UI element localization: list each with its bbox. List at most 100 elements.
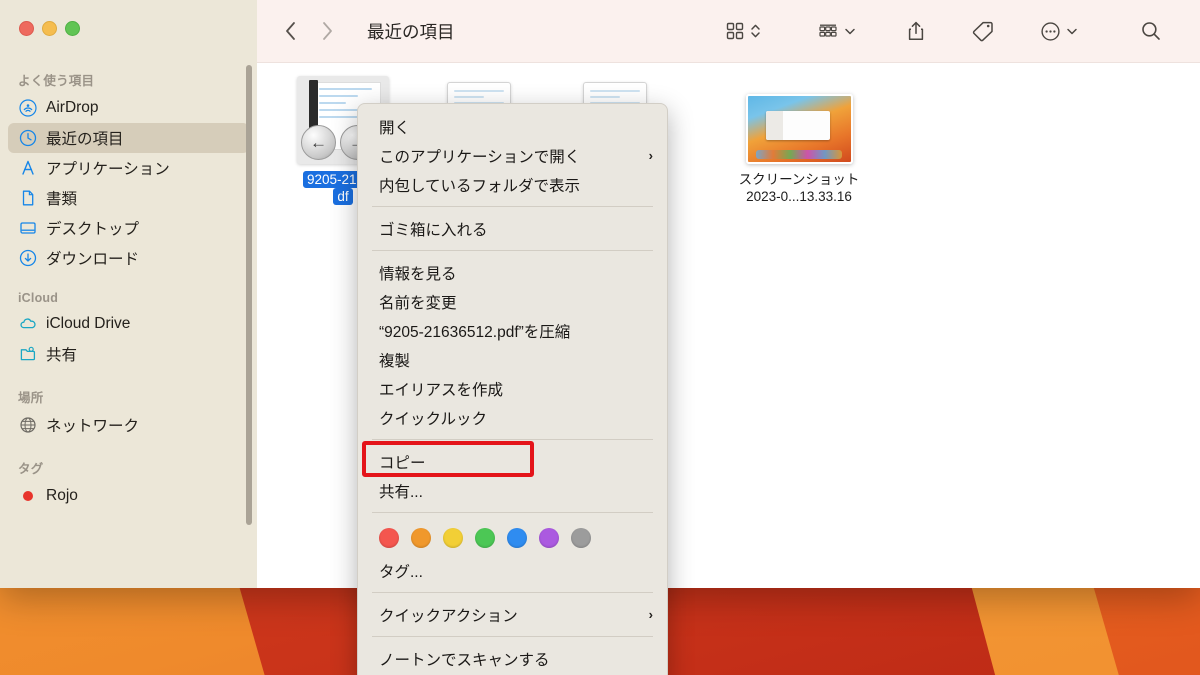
sidebar-item-documents[interactable]: 書類 [8, 183, 249, 213]
menu-item-label: エイリアスを作成 [379, 381, 504, 399]
preview-back-arrow-icon[interactable]: ← [301, 125, 336, 160]
sidebar-item-icloud-drive[interactable]: iCloud Drive [8, 309, 249, 339]
minimize-button[interactable] [42, 21, 57, 36]
tag-color-green[interactable] [475, 528, 495, 548]
menu-item-label: クイックルック [379, 410, 488, 428]
menu-item-label: 情報を見る [379, 265, 457, 283]
menu-item-scan-with-norton[interactable]: ノートンでスキャンする [358, 644, 667, 673]
menu-item-share[interactable]: 共有... [358, 476, 667, 505]
menu-item-label: コピー [379, 454, 426, 472]
chevron-right-icon: › [648, 607, 653, 622]
close-button[interactable] [19, 21, 34, 36]
sidebar-section-favorites: よく使う項目 AirDrop 最近の項目 アプリケーション 書類 デスクトップ … [0, 70, 257, 273]
sidebar-section-icloud: iCloud iCloud Drive 共有 [0, 291, 257, 369]
tag-icon [972, 20, 994, 42]
file-item-screenshot[interactable]: スクリーンショット 2023-0...13.33.16 [709, 72, 889, 205]
airdrop-icon [18, 99, 37, 118]
sidebar-item-recents[interactable]: 最近の項目 [8, 123, 249, 153]
toolbar-actions [711, 11, 1200, 51]
menu-item-duplicate[interactable]: 複製 [358, 345, 667, 374]
sidebar-item-shared[interactable]: 共有 [8, 339, 249, 369]
red-tag-dot-icon [18, 487, 37, 506]
tag-color-blue[interactable] [507, 528, 527, 548]
menu-item-label: ゴミ箱に入れる [379, 221, 488, 239]
context-menu: 開く このアプリケーションで開く › 内包しているフォルダで表示 ゴミ箱に入れる… [357, 103, 668, 675]
more-actions-button[interactable] [1026, 11, 1092, 51]
menu-item-tags[interactable]: タグ... [358, 556, 667, 585]
sidebar-scrollbar[interactable] [246, 65, 252, 525]
share-button[interactable] [892, 11, 940, 51]
menu-separator [372, 250, 653, 251]
cloud-icon [18, 315, 37, 334]
window-controls[interactable] [19, 21, 80, 36]
menu-item-rename[interactable]: 名前を変更 [358, 287, 667, 316]
menu-item-label: 共有... [379, 483, 423, 501]
file-name-line2: df [333, 188, 353, 205]
sidebar-section-header: タグ [18, 462, 44, 476]
menu-item-label: 名前を変更 [379, 294, 457, 312]
sidebar-item-network[interactable]: ネットワーク [8, 410, 249, 440]
menu-item-make-alias[interactable]: エイリアスを作成 [358, 374, 667, 403]
sidebar-section-header: 場所 [18, 391, 44, 405]
page-title: 最近の項目 [367, 21, 455, 42]
sidebar-item-label: デスクトップ [46, 221, 140, 238]
maximize-button[interactable] [65, 21, 80, 36]
tag-color-red[interactable] [379, 528, 399, 548]
desktop-icon [18, 219, 37, 238]
tag-color-orange[interactable] [411, 528, 431, 548]
menu-item-open[interactable]: 開く [358, 112, 667, 141]
sidebar-item-label: ネットワーク [46, 418, 140, 435]
menu-item-compress[interactable]: “9205-21636512.pdf”を圧縮 [358, 316, 667, 345]
menu-item-move-to-trash[interactable]: ゴミ箱に入れる [358, 214, 667, 243]
tag-button[interactable] [958, 11, 1008, 51]
search-button[interactable] [1126, 11, 1176, 51]
file-name-line1: スクリーンショット [738, 172, 860, 187]
group-by-button[interactable] [803, 11, 870, 51]
chevron-right-icon[interactable] [320, 19, 335, 43]
clock-icon [18, 129, 37, 148]
sidebar-list: よく使う項目 AirDrop 最近の項目 アプリケーション 書類 デスクトップ … [0, 68, 257, 511]
grid-view-icon [725, 21, 745, 41]
navigation-buttons [283, 19, 335, 43]
menu-separator [372, 636, 653, 637]
menu-item-open-with[interactable]: このアプリケーションで開く › [358, 141, 667, 170]
menu-item-label: タグ... [379, 563, 423, 581]
chevron-left-icon[interactable] [283, 19, 298, 43]
updown-chevron-icon [750, 21, 761, 41]
shared-folder-icon [18, 345, 37, 364]
download-icon [18, 249, 37, 268]
menu-item-label: “9205-21636512.pdf”を圧縮 [379, 323, 571, 341]
network-globe-icon [18, 416, 37, 435]
menu-separator [372, 592, 653, 593]
view-mode-button[interactable] [711, 11, 775, 51]
sidebar-item-label: 最近の項目 [46, 131, 124, 148]
menu-item-get-info[interactable]: 情報を見る [358, 258, 667, 287]
sidebar-item-tag-rojo[interactable]: Rojo [8, 481, 249, 511]
tag-color-yellow[interactable] [443, 528, 463, 548]
group-list-icon [817, 21, 839, 41]
sidebar-item-applications[interactable]: アプリケーション [8, 153, 249, 183]
menu-item-label: ノートンでスキャンする [379, 651, 550, 669]
tag-color-purple[interactable] [539, 528, 559, 548]
screenshot-thumbnail-icon [709, 72, 889, 164]
share-icon [906, 20, 926, 42]
menu-item-quick-actions[interactable]: クイックアクション › [358, 600, 667, 629]
menu-item-quick-look[interactable]: クイックルック [358, 403, 667, 432]
chevron-down-icon [844, 21, 856, 41]
sidebar-item-downloads[interactable]: ダウンロード [8, 243, 249, 273]
sidebar-item-label: iCloud Drive [46, 315, 131, 332]
sidebar-item-label: アプリケーション [46, 161, 170, 178]
applications-icon [18, 159, 37, 178]
tag-color-gray[interactable] [571, 528, 591, 548]
menu-item-show-enclosing-folder[interactable]: 内包しているフォルダで表示 [358, 170, 667, 199]
document-icon [18, 189, 37, 208]
menu-item-copy[interactable]: コピー [358, 447, 667, 476]
sidebar-section-header: よく使う項目 [18, 74, 95, 88]
file-name-label: スクリーンショット 2023-0...13.33.16 [709, 171, 889, 205]
screen: よく使う項目 AirDrop 最近の項目 アプリケーション 書類 デスクトップ … [0, 0, 1200, 675]
menu-item-label: 複製 [379, 352, 411, 370]
sidebar-item-desktop[interactable]: デスクトップ [8, 213, 249, 243]
sidebar-item-airdrop[interactable]: AirDrop [8, 93, 249, 123]
sidebar-section-header: iCloud [18, 291, 59, 305]
finder-sidebar: よく使う項目 AirDrop 最近の項目 アプリケーション 書類 デスクトップ … [0, 0, 257, 588]
